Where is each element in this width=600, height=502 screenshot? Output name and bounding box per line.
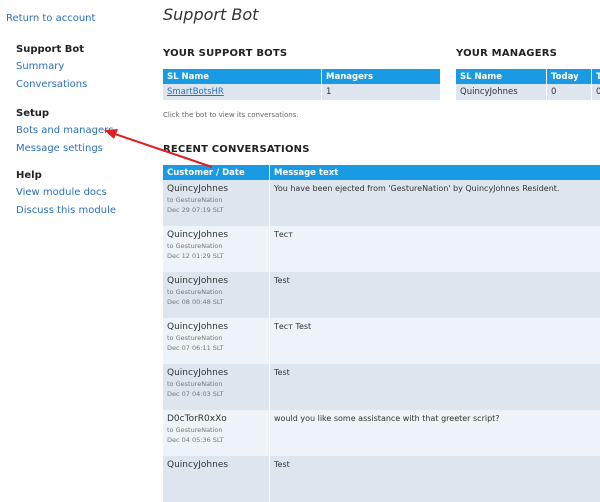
table-row[interactable]: QuincyJohnesto GestureNationDec 12 01:29…: [163, 226, 600, 272]
customer-target: to GestureNation: [167, 379, 265, 389]
conversation-date: Dec 07 06:11 SLT: [167, 343, 265, 353]
message-text: You have been ejected from 'GestureNatio…: [270, 180, 600, 226]
table-row[interactable]: QuincyJohnesto GestureNationDec 07 06:11…: [163, 318, 600, 364]
conversation-date: Dec 29 07:19 SLT: [167, 205, 265, 215]
sidebar-link-bots-and-managers[interactable]: Bots and managers: [16, 122, 113, 140]
customer-target: to GestureNation: [167, 241, 265, 251]
conversation-date: Dec 04 05:36 SLT: [167, 435, 265, 445]
conversation-date: Dec 08 00:48 SLT: [167, 297, 265, 307]
sidebar: Return to account Support Bot Summary Co…: [0, 0, 150, 450]
sidebar-heading-help: Help: [16, 168, 116, 184]
customer-name: QuincyJohnes: [167, 229, 265, 241]
customer-name: QuincyJohnes: [167, 321, 265, 333]
customer-target: to GestureNation: [167, 425, 265, 435]
sidebar-link-discuss-module[interactable]: Discuss this module: [16, 202, 116, 220]
table-row[interactable]: QuincyJohnesto GestureNationDec 08 00:48…: [163, 272, 600, 318]
conversation-date: Dec 12 01:29 SLT: [167, 251, 265, 261]
conversation-date: Dec 07 04:03 SLT: [167, 389, 265, 399]
table-row[interactable]: QuincyJohnes Test: [163, 456, 600, 502]
message-text: Test: [270, 456, 600, 502]
column-header-today: Today: [547, 69, 592, 84]
customer-target: to GestureNation: [167, 333, 265, 343]
manager-name: QuincyJohnes: [456, 84, 547, 100]
column-header-sl-name: SL Name: [456, 69, 547, 84]
sidebar-heading-setup: Setup: [16, 106, 113, 122]
customer-target: to GestureNation: [167, 287, 265, 297]
column-header-t: T: [592, 69, 600, 84]
sidebar-link-view-module-docs[interactable]: View module docs: [16, 184, 116, 202]
customer-name: QuincyJohnes: [167, 275, 265, 287]
recent-conversations-title: RECENT CONVERSATIONS: [163, 144, 310, 155]
recent-conversations-table: Customer / Date Message text QuincyJohne…: [163, 165, 600, 502]
support-bots-title: YOUR SUPPORT BOTS: [163, 48, 287, 59]
page-title: Support Bot: [163, 5, 258, 24]
return-to-account-link[interactable]: Return to account: [6, 13, 95, 24]
table-row[interactable]: QuincyJohnesto GestureNationDec 07 04:03…: [163, 364, 600, 410]
managers-title: YOUR MANAGERS: [456, 48, 557, 59]
column-header-managers: Managers: [322, 69, 441, 84]
column-header-message-text: Message text: [270, 165, 600, 180]
sidebar-link-summary[interactable]: Summary: [16, 58, 87, 76]
message-text: Test: [270, 272, 600, 318]
bot-managers-count: 1: [322, 84, 441, 100]
message-text: Test: [270, 364, 600, 410]
sidebar-group-setup: Setup Bots and managers Message settings: [16, 106, 113, 158]
sidebar-group-help: Help View module docs Discuss this modul…: [16, 168, 116, 220]
table-row[interactable]: QuincyJohnesto GestureNationDec 29 07:19…: [163, 180, 600, 226]
column-header-sl-name: SL Name: [163, 69, 322, 84]
message-text: would you like some assistance with that…: [270, 410, 600, 456]
table-row: SmartBotsHR 1: [163, 84, 441, 100]
customer-name: QuincyJohnes: [167, 183, 265, 195]
table-row: QuincyJohnes 0 0: [456, 84, 600, 100]
manager-t: 0: [592, 84, 600, 100]
customer-target: to GestureNation: [167, 195, 265, 205]
bots-hint: Click the bot to view its conversations.: [163, 111, 299, 119]
table-row[interactable]: D0cTorR0xXoto GestureNationDec 04 05:36 …: [163, 410, 600, 456]
managers-table: SL Name Today T QuincyJohnes 0 0: [456, 69, 600, 100]
sidebar-link-message-settings[interactable]: Message settings: [16, 140, 113, 158]
customer-name: QuincyJohnes: [167, 459, 265, 471]
message-text: Тест Test: [270, 318, 600, 364]
manager-today: 0: [547, 84, 592, 100]
sidebar-link-conversations[interactable]: Conversations: [16, 76, 87, 94]
sidebar-heading-support-bot: Support Bot: [16, 42, 87, 58]
support-bots-table: SL Name Managers SmartBotsHR 1: [163, 69, 441, 100]
customer-name: QuincyJohnes: [167, 367, 265, 379]
column-header-customer-date: Customer / Date: [163, 165, 270, 180]
customer-name: D0cTorR0xXo: [167, 413, 265, 425]
message-text: Тест: [270, 226, 600, 272]
bot-link-smartbotshr[interactable]: SmartBotsHR: [167, 87, 224, 97]
sidebar-group-support-bot: Support Bot Summary Conversations: [16, 42, 87, 94]
